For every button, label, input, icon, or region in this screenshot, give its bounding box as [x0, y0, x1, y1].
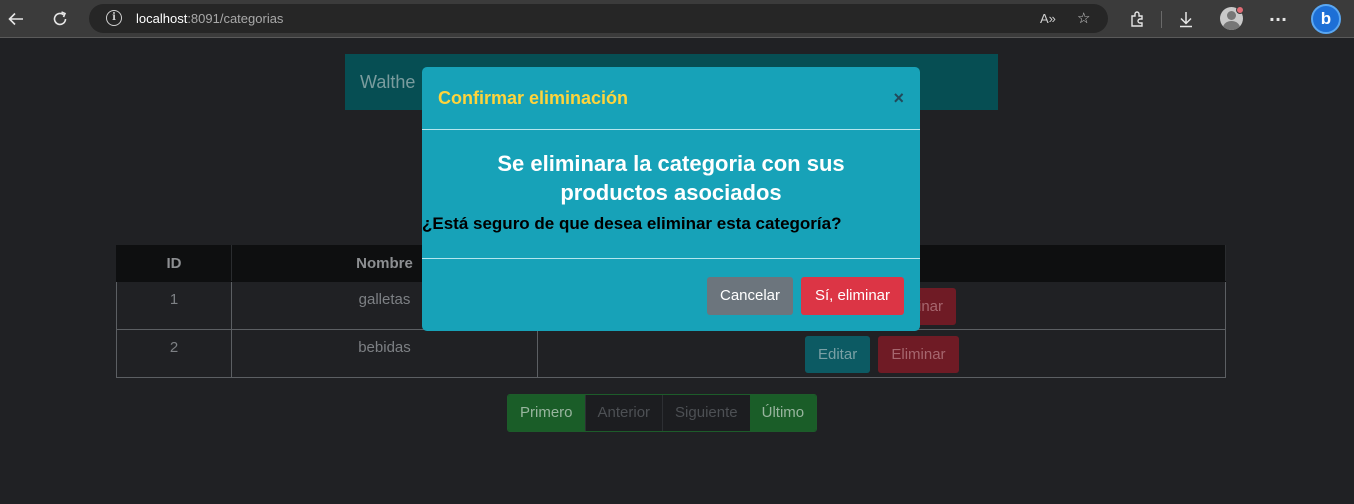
address-bar[interactable]: i localhost:8091/categorias A» ☆	[89, 4, 1108, 33]
pagination-next[interactable]: Siguiente	[662, 395, 750, 431]
cell-id: 1	[116, 281, 232, 330]
cell-name: bebidas	[231, 329, 538, 378]
modal-header: Confirmar eliminación ×	[422, 67, 920, 130]
pagination-first[interactable]: Primero	[508, 395, 585, 431]
url-host: localhost	[136, 11, 188, 26]
greeting-text: Walthe	[360, 72, 416, 92]
close-icon[interactable]: ×	[893, 87, 904, 109]
confirm-delete-modal: Confirmar eliminación × Se eliminara la …	[422, 67, 920, 331]
modal-message: Se eliminara la categoria con sus produc…	[497, 151, 845, 205]
browser-toolbar: i localhost:8091/categorias A» ☆ ··· b	[0, 0, 1354, 38]
read-aloud-icon[interactable]: A»	[1040, 4, 1056, 33]
modal-question: ¿Está seguro de que desea eliminar esta …	[422, 214, 842, 233]
pagination-last[interactable]: Último	[749, 395, 817, 431]
url-path: :8091/categorias	[187, 11, 284, 26]
profile-notification-dot	[1236, 6, 1244, 14]
cancel-button[interactable]: Cancelar	[707, 277, 793, 315]
bing-copilot-icon[interactable]: b	[1311, 4, 1341, 34]
edit-button[interactable]: Editar	[805, 336, 871, 373]
downloads-icon[interactable]	[1176, 0, 1196, 38]
table-row: 2 bebidas Editar Eliminar	[116, 329, 1226, 378]
extensions-icon[interactable]	[1127, 0, 1147, 38]
delete-button[interactable]: Eliminar	[878, 336, 959, 373]
more-options-icon[interactable]: ···	[1266, 0, 1290, 38]
modal-title: Confirmar eliminación	[438, 88, 629, 108]
cell-id: 2	[116, 329, 232, 378]
url-text[interactable]: localhost:8091/categorias	[136, 4, 283, 33]
site-info-icon[interactable]: i	[106, 10, 122, 26]
modal-body: Se eliminara la categoria con sus produc…	[422, 131, 920, 259]
pagination-prev[interactable]: Anterior	[584, 395, 663, 431]
header-id: ID	[116, 245, 232, 282]
pagination: Primero Anterior Siguiente Último	[507, 394, 818, 432]
confirm-delete-button[interactable]: Sí, eliminar	[801, 277, 904, 315]
cell-actions: Editar Eliminar	[537, 329, 1226, 378]
refresh-icon[interactable]	[48, 0, 72, 38]
toolbar-separator	[1161, 11, 1162, 28]
modal-footer: Cancelar Sí, eliminar	[422, 260, 920, 331]
add-favorite-icon[interactable]: ☆	[1077, 4, 1090, 33]
back-icon[interactable]	[4, 0, 28, 38]
